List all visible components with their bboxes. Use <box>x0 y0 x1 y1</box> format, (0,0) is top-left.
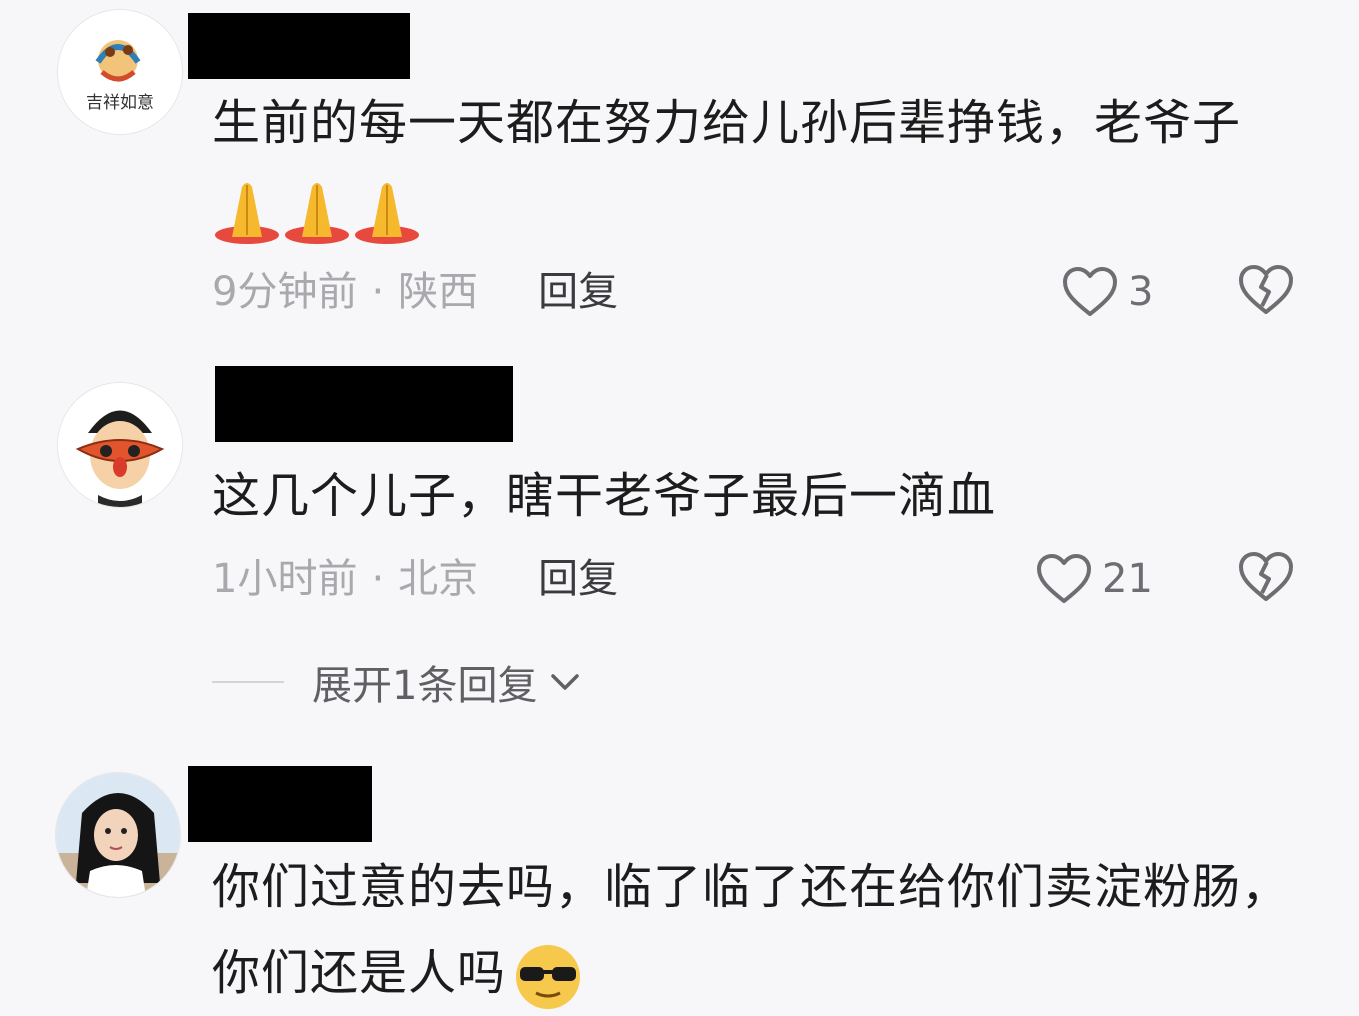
meta-separator: · <box>371 556 385 602</box>
comment-item: 这几个儿子，瞎干老爷子最后一滴血 1小时前 · 北京 回复 21 <box>0 340 1359 640</box>
comment-text: 你们过意的去吗，临了临了还在给你们卖淀粉肠，你们还是人吗 <box>212 844 1292 1016</box>
broken-heart-icon <box>1239 552 1293 601</box>
like-button[interactable]: 21 <box>1036 551 1153 607</box>
broken-heart-icon <box>1239 265 1293 314</box>
like-count: 21 <box>1102 556 1153 602</box>
expand-replies-button[interactable]: 展开1条回复 <box>212 652 583 712</box>
avatar-caption: 吉祥如意 <box>86 93 154 113</box>
comment-location: 陕西 <box>398 269 479 315</box>
comment-body: 你们过意的去吗，临了临了还在给你们卖淀粉肠，你们还是人吗 <box>212 859 1291 1001</box>
avatar[interactable] <box>57 382 183 508</box>
avatar[interactable] <box>55 772 181 898</box>
comment-location: 北京 <box>398 556 479 602</box>
like-count: 3 <box>1128 269 1154 315</box>
avatar[interactable]: 吉祥如意 <box>57 9 183 135</box>
comment-meta: 1小时前 · 北京 回复 <box>212 551 618 607</box>
username-redacted[interactable] <box>215 366 513 442</box>
reply-button[interactable]: 回复 <box>538 551 618 607</box>
comment-item: 你们过意的去吗，临了临了还在给你们卖淀粉肠，你们还是人吗 <box>0 740 1359 1009</box>
username-redacted[interactable] <box>188 766 372 842</box>
expand-replies-label: 展开1条回复 <box>312 663 538 709</box>
comment-item: 吉祥如意 生前的每一天都在努力给儿孙后辈挣钱，老爷子 9分钟前 · 陕西 回复 … <box>0 0 1359 340</box>
reply-button[interactable]: 回复 <box>538 264 618 320</box>
comment-text: 这几个儿子，瞎干老爷子最后一滴血 <box>212 468 997 524</box>
heart-icon <box>1037 554 1091 603</box>
chevron-down-icon <box>551 674 580 690</box>
username-redacted[interactable] <box>188 13 410 79</box>
sunglasses-face-icon <box>512 941 584 1011</box>
comment-text: 生前的每一天都在努力给儿孙后辈挣钱，老爷子 <box>212 80 1292 252</box>
dislike-button[interactable] <box>1238 551 1294 607</box>
folded-hands-icon <box>212 177 422 247</box>
comment-body: 生前的每一天都在努力给儿孙后辈挣钱，老爷子 <box>212 95 1242 151</box>
comment-time: 1小时前 <box>212 556 358 602</box>
divider-line <box>212 681 284 683</box>
comment-time: 9分钟前 <box>212 269 358 315</box>
comment-meta: 9分钟前 · 陕西 回复 <box>212 264 618 320</box>
dislike-button[interactable] <box>1238 264 1294 320</box>
like-button[interactable]: 3 <box>1062 264 1153 320</box>
meta-separator: · <box>371 269 385 315</box>
heart-icon <box>1063 267 1117 316</box>
